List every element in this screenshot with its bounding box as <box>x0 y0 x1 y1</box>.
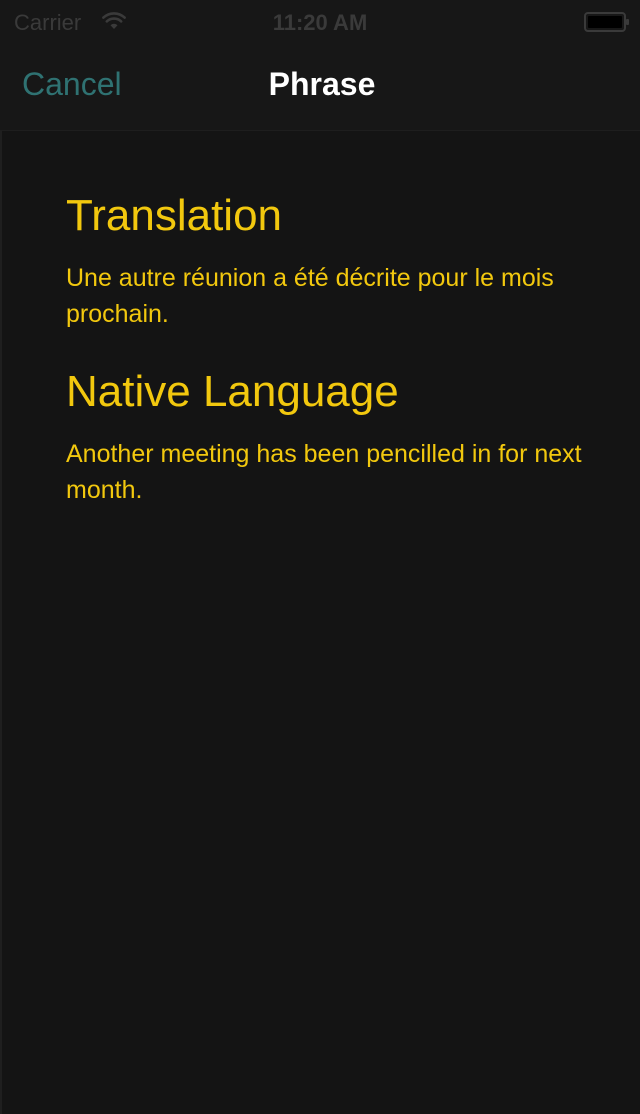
status-time: 11:20 AM <box>272 10 368 35</box>
native-language-heading: Native Language <box>66 367 399 416</box>
phrase-content: Translation Une autre réunion a été décr… <box>66 190 586 508</box>
page-title: Phrase <box>268 66 376 102</box>
native-language-section: Native Language Another meeting has been… <box>66 366 586 508</box>
left-edge-divider <box>0 130 2 1114</box>
status-bar: Carrier 11:20 AM <box>0 0 640 44</box>
translation-text: Une autre réunion a été décrite pour le … <box>66 264 554 328</box>
battery-icon <box>584 12 629 32</box>
navigation-bar: Cancel Phrase <box>0 44 640 131</box>
native-language-text: Another meeting has been pencilled in fo… <box>66 440 582 504</box>
translation-heading: Translation <box>66 191 283 240</box>
translation-section: Translation Une autre réunion a été décr… <box>66 190 586 332</box>
phrase-screen: Carrier 11:20 AM Cancel Phrase Translati… <box>0 0 640 1114</box>
